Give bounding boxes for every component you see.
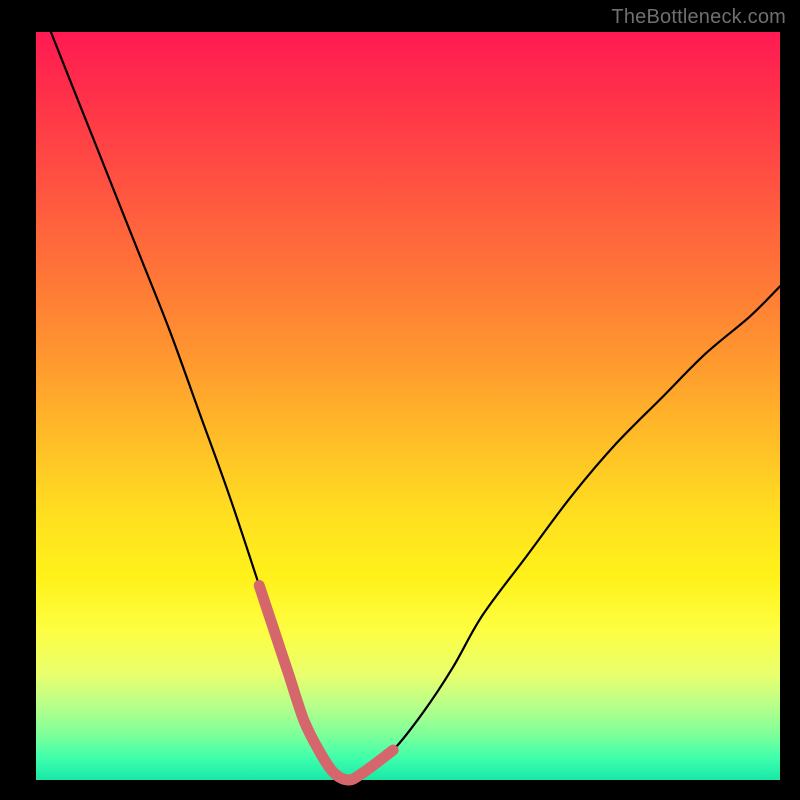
plot-area xyxy=(36,32,780,780)
highlight-segment xyxy=(36,32,780,780)
chart-frame: TheBottleneck.com xyxy=(0,0,800,800)
watermark-text: TheBottleneck.com xyxy=(611,6,786,29)
bottleneck-curve xyxy=(36,32,780,780)
